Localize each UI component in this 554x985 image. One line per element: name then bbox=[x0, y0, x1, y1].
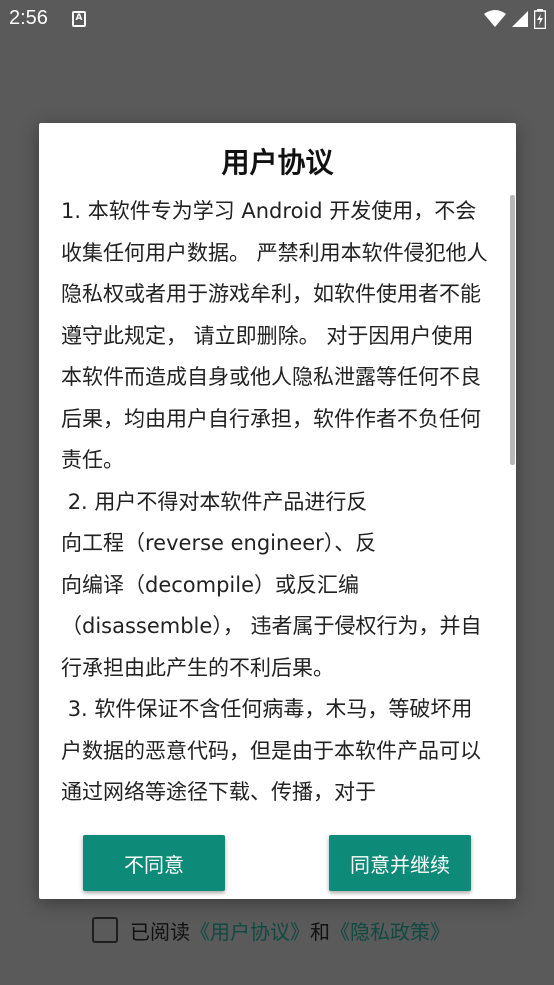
battery-charging-icon bbox=[534, 9, 546, 29]
signal-icon bbox=[512, 11, 528, 27]
agreement-and: 和 bbox=[310, 919, 330, 944]
status-icons bbox=[484, 8, 546, 30]
dialog-title: 用户协议 bbox=[221, 146, 334, 179]
user-agreement-link[interactable]: 《用户协议》 bbox=[190, 916, 310, 945]
agreement-text: 1. 本软件专为学习 Android 开发使用，不会收集任何用户数据。 严禁利用… bbox=[61, 199, 488, 804]
status-time: 2:56 bbox=[9, 7, 48, 29]
dialog-body[interactable]: 1. 本软件专为学习 Android 开发使用，不会收集任何用户数据。 严禁利用… bbox=[61, 191, 493, 871]
agreement-prefix: 已阅读 bbox=[130, 919, 190, 944]
decline-button[interactable]: 不同意 bbox=[83, 835, 225, 891]
user-agreement-dialog: 用户协议 1. 本软件专为学习 Android 开发使用，不会收集任何用户数据。… bbox=[39, 123, 516, 899]
accept-continue-button[interactable]: 同意并继续 bbox=[329, 835, 471, 891]
scrollbar[interactable] bbox=[510, 195, 515, 465]
agreement-row: 已阅读 《用户协议》 和 《隐私政策》 bbox=[92, 915, 450, 945]
notification-icon: A bbox=[72, 11, 86, 27]
status-bar: 2:56 A bbox=[0, 0, 554, 38]
wifi-icon bbox=[484, 10, 506, 27]
agreement-checkbox[interactable] bbox=[92, 917, 118, 943]
privacy-policy-link[interactable]: 《隐私政策》 bbox=[330, 916, 450, 945]
